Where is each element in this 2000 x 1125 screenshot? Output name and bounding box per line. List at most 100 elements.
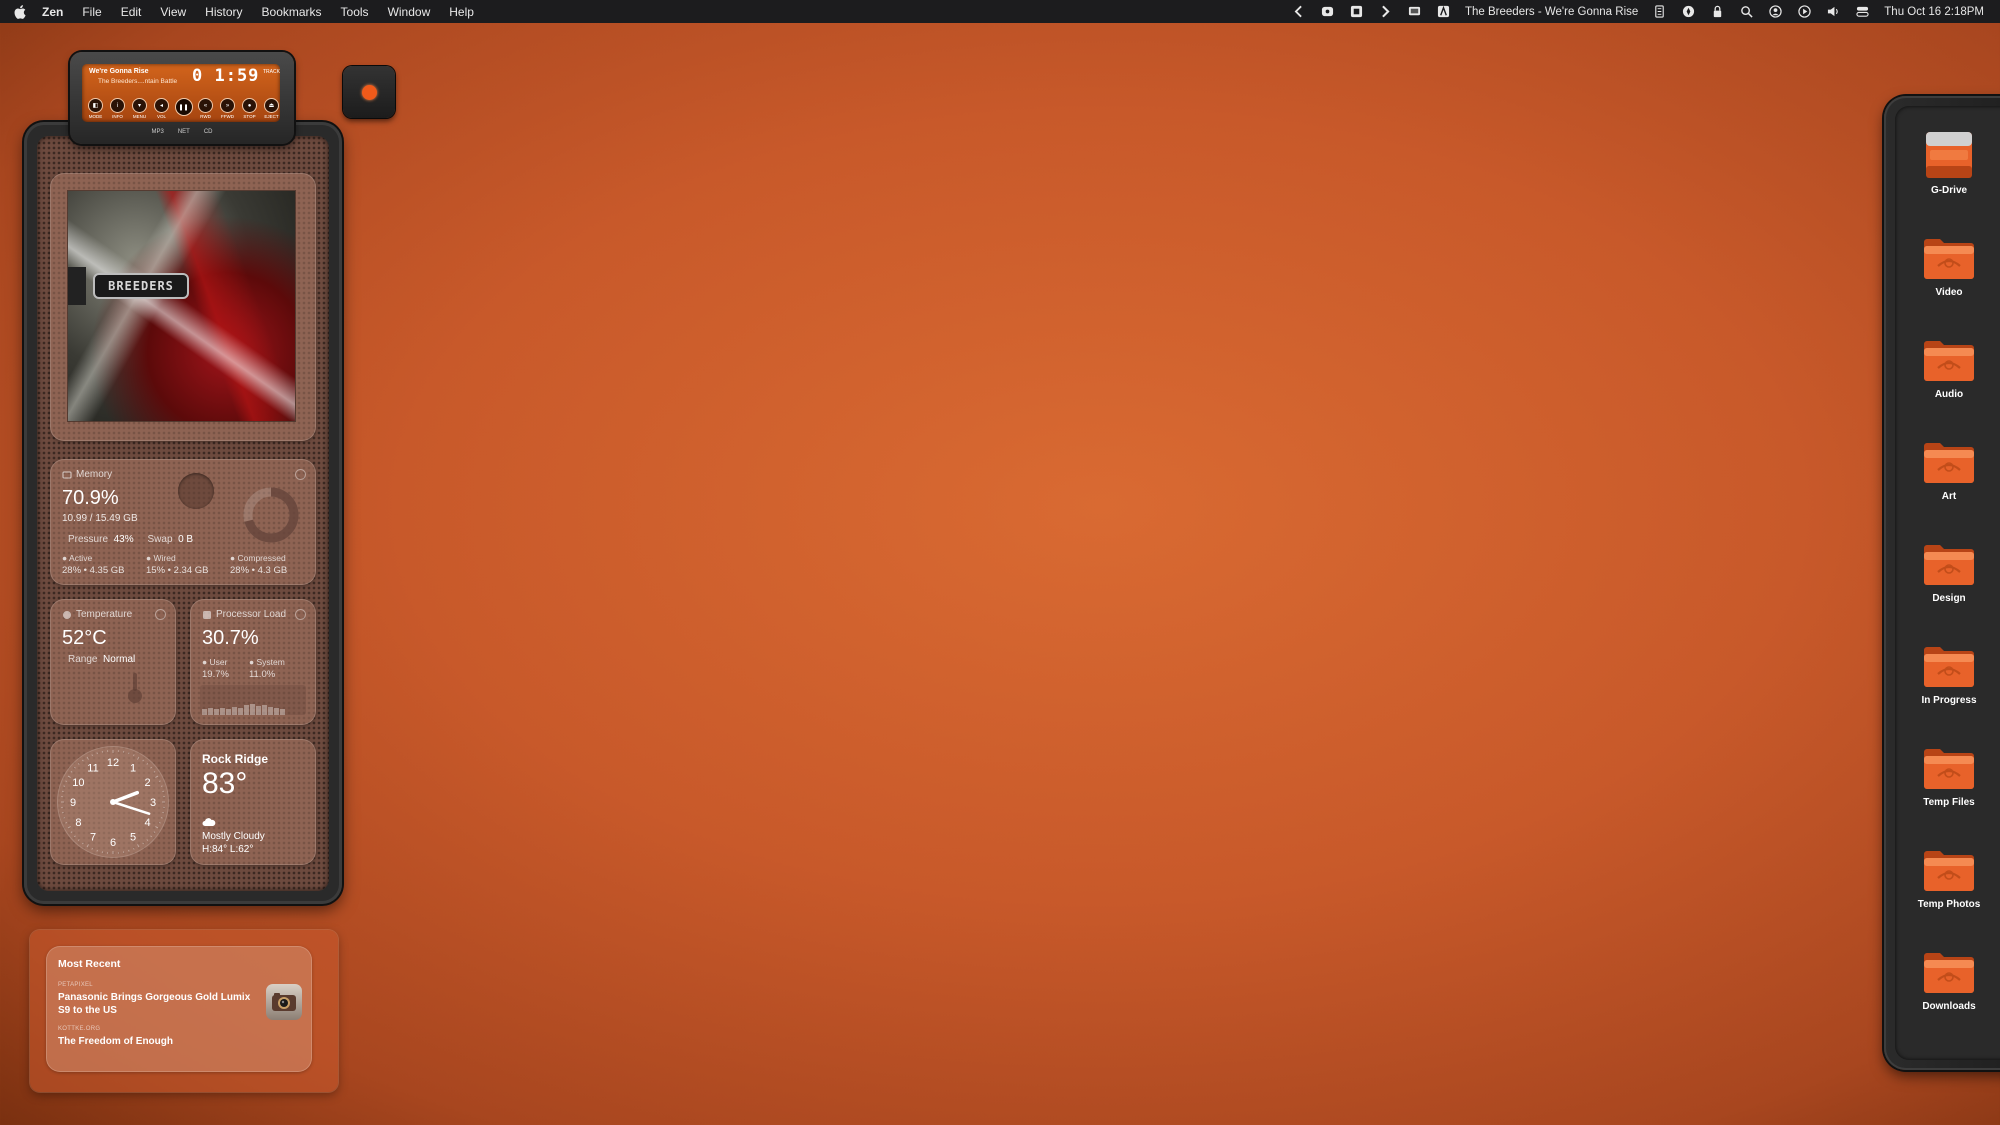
range-label: Range xyxy=(68,654,98,665)
menu-view[interactable]: View xyxy=(160,5,186,19)
clock-number-2: 2 xyxy=(145,777,151,789)
dock-item-design[interactable]: Design xyxy=(1917,538,1981,604)
rewind-icon: « xyxy=(198,98,213,113)
pressure-value: 43% xyxy=(113,534,134,545)
cloud-sync-icon[interactable] xyxy=(1320,4,1335,19)
mode-button[interactable]: ◧ MODE xyxy=(86,98,105,119)
apple-menu-icon[interactable] xyxy=(14,4,28,19)
clock-number-5: 5 xyxy=(130,832,136,844)
dock-item-art[interactable]: Art xyxy=(1917,436,1981,502)
user-account-icon[interactable] xyxy=(1768,4,1783,19)
temperature-widget[interactable]: Temperature 52°C Range Normal xyxy=(50,599,176,725)
clock-tick xyxy=(65,822,68,824)
stop-icon: ● xyxy=(242,98,257,113)
pause-button[interactable]: ❚❚ xyxy=(174,98,193,119)
in-progress-folder-icon xyxy=(1922,645,1976,689)
control-center-icon[interactable] xyxy=(1855,4,1870,19)
analog-clock: 12 1 2 3 4 5 6 7 8 9 10 11 xyxy=(61,750,165,854)
temperature-header-icon xyxy=(63,610,71,619)
search-icon[interactable] xyxy=(1739,4,1754,19)
dock-item-video[interactable]: Video xyxy=(1917,232,1981,298)
news-heading: Most Recent xyxy=(58,958,121,970)
clock-tick xyxy=(86,756,89,760)
system-label: System xyxy=(256,657,285,667)
menu-edit[interactable]: Edit xyxy=(121,5,142,19)
dock-item-downloads[interactable]: Downloads xyxy=(1917,946,1981,1012)
player-track-label: TRACK xyxy=(263,69,280,75)
dock-item-g-drive[interactable]: G-Drive xyxy=(1917,130,1981,196)
processor-refresh-icon[interactable] xyxy=(295,609,306,620)
clock-number-11: 11 xyxy=(87,762,98,774)
memory-header: Memory xyxy=(62,469,112,480)
album-art-image: BREEDERS xyxy=(68,191,295,421)
dock-item-audio[interactable]: Audio xyxy=(1917,334,1981,400)
temperature-header: Temperature xyxy=(62,609,132,620)
memory-active: ● Active 28% • 4.35 GB xyxy=(62,553,146,576)
eject-button[interactable]: ⏏ EJECT xyxy=(262,98,281,119)
pause-icon: ❚❚ xyxy=(174,98,193,116)
play-circle-icon[interactable] xyxy=(1797,4,1812,19)
clock-tick xyxy=(153,831,156,833)
dock-label-g-drive: G-Drive xyxy=(1930,185,1968,196)
news-thumbnail[interactable] xyxy=(266,984,302,1020)
refresh-icon[interactable] xyxy=(295,469,306,480)
clock-minute-hand xyxy=(111,800,151,815)
record-button[interactable] xyxy=(343,66,395,118)
clock-tick xyxy=(146,763,149,765)
processor-widget[interactable]: Processor Load 30.7% ● User 19.7% ● Syst… xyxy=(190,599,316,725)
album-art-widget[interactable]: BREEDERS xyxy=(50,173,316,441)
video-folder-icon xyxy=(1922,237,1976,281)
clock-tick xyxy=(155,826,159,829)
menu-file[interactable]: File xyxy=(82,5,101,19)
next-track-icon[interactable] xyxy=(1378,4,1393,19)
dock-item-temp-photos[interactable]: Temp Photos xyxy=(1917,844,1981,910)
font-app-icon[interactable] xyxy=(1436,4,1451,19)
dock-label-temp-files: Temp Files xyxy=(1923,797,1975,808)
news-headline-1[interactable]: Panasonic Brings Gorgeous Gold Lumix S9 … xyxy=(58,991,258,1017)
menu-icon: ▾ xyxy=(132,98,147,113)
clock-widget[interactable]: 12 1 2 3 4 5 6 7 8 9 10 11 xyxy=(50,739,176,865)
menu-window[interactable]: Window xyxy=(388,5,431,19)
clock-tick xyxy=(67,826,71,829)
clock-number-7: 7 xyxy=(90,832,96,844)
clock-tick xyxy=(91,754,93,757)
menubar-clock[interactable]: Thu Oct 16 2:18PM xyxy=(1884,6,1984,18)
volume-icon[interactable] xyxy=(1826,4,1841,19)
fast-forward-icon: » xyxy=(220,98,235,113)
menu-tools[interactable]: Tools xyxy=(341,5,369,19)
stop-button[interactable]: ● STOP xyxy=(240,98,259,119)
volume-label: VOL xyxy=(156,114,166,119)
weather-city: Rock Ridge xyxy=(202,752,269,766)
dock-item-in-progress[interactable]: In Progress xyxy=(1917,640,1981,706)
compass-icon[interactable] xyxy=(1681,4,1696,19)
fast-forward-button[interactable]: » FFWD xyxy=(218,98,237,119)
weather-temperature: 83° xyxy=(202,767,248,800)
menu-help[interactable]: Help xyxy=(449,5,474,19)
weather-widget[interactable]: Rock Ridge 83° Mostly Cloudy H:84° L:62° xyxy=(190,739,316,865)
dock-item-temp-files[interactable]: Temp Files xyxy=(1917,742,1981,808)
menu-app-name[interactable]: Zen xyxy=(42,5,63,19)
news-headline-2[interactable]: The Freedom of Enough xyxy=(58,1035,258,1048)
menu-history[interactable]: History xyxy=(205,5,242,19)
compressed-value: 28% • 4.3 GB xyxy=(230,565,288,576)
temperature-refresh-icon[interactable] xyxy=(155,609,166,620)
rewind-button[interactable]: «RWD xyxy=(196,98,215,119)
grid-app-icon[interactable] xyxy=(1349,4,1364,19)
menu-button[interactable]: ▾ MENU xyxy=(130,98,149,119)
lock-icon[interactable] xyxy=(1710,4,1725,19)
volume-button[interactable]: ◂ VOL xyxy=(152,98,171,119)
memory-widget[interactable]: Memory 70.9% 10.99 / 15.49 GB Pressure 4… xyxy=(50,459,316,585)
source-cd[interactable]: CD xyxy=(204,129,213,135)
menu-bookmarks[interactable]: Bookmarks xyxy=(262,5,322,19)
news-widget[interactable]: Most Recent PETAPIXEL Panasonic Brings G… xyxy=(46,946,312,1072)
info-button[interactable]: i INFO xyxy=(108,98,127,119)
previous-track-icon[interactable] xyxy=(1291,4,1306,19)
menu-label: MENU xyxy=(132,114,147,119)
display-icon[interactable] xyxy=(1407,4,1422,19)
source-mp3[interactable]: MP3 xyxy=(151,129,163,135)
notes-icon[interactable] xyxy=(1652,4,1667,19)
source-net[interactable]: NET xyxy=(178,129,190,135)
info-label: INFO xyxy=(112,114,123,119)
media-player[interactable]: We're Gonna Rise The Breeders....ntain B… xyxy=(70,52,294,144)
now-playing-text[interactable]: The Breeders - We're Gonna Rise xyxy=(1465,6,1638,18)
